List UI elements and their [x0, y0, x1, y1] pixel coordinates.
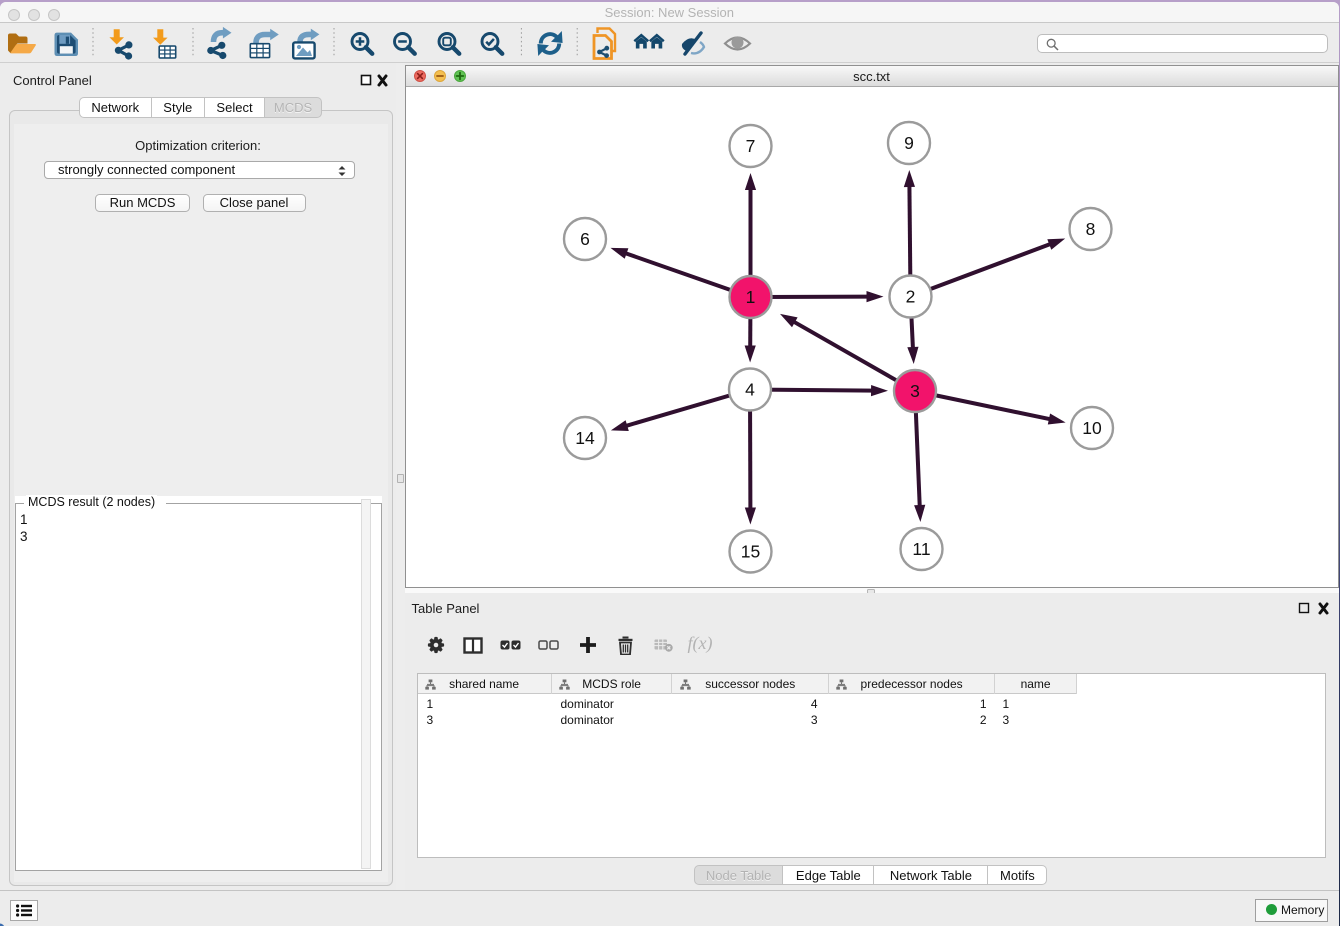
svg-text:11: 11: [912, 539, 930, 559]
svg-text:7: 7: [746, 136, 756, 156]
svg-text:4: 4: [745, 380, 755, 400]
svg-text:8: 8: [1086, 219, 1096, 239]
svg-text:2: 2: [906, 287, 916, 307]
svg-text:15: 15: [741, 542, 760, 562]
svg-text:3: 3: [910, 381, 920, 401]
svg-text:1: 1: [746, 287, 756, 307]
svg-text:10: 10: [1082, 418, 1102, 438]
svg-text:6: 6: [580, 229, 590, 249]
svg-text:14: 14: [575, 428, 595, 448]
svg-text:9: 9: [904, 133, 914, 153]
